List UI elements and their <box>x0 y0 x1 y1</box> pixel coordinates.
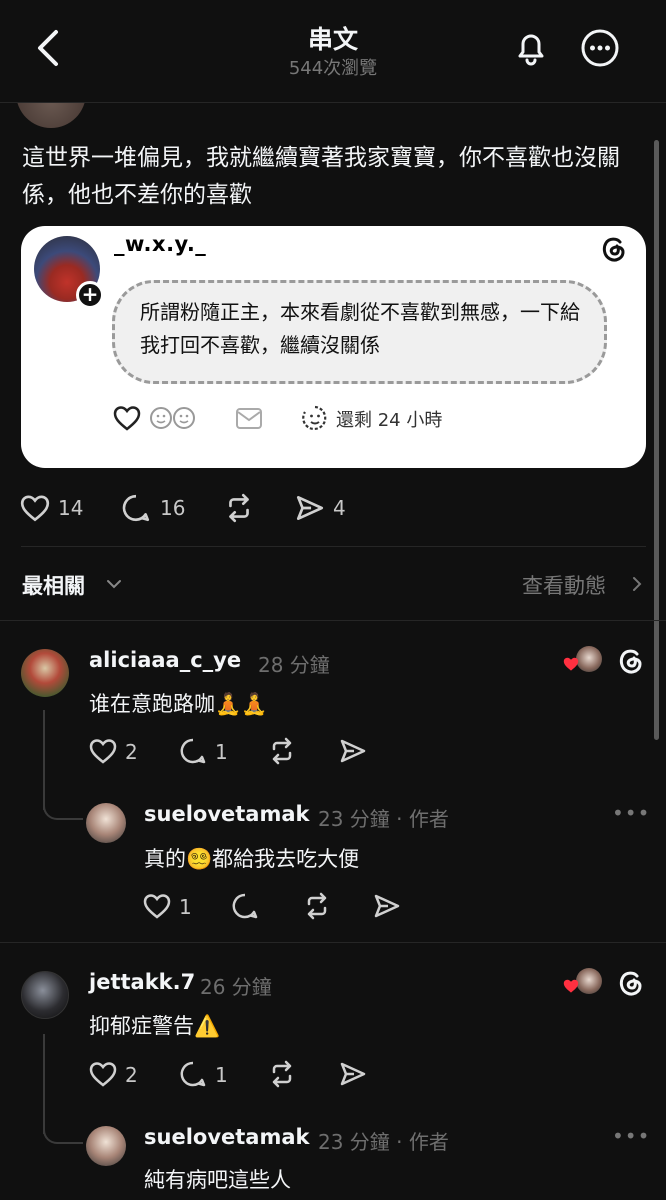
repost-icon[interactable] <box>302 891 332 921</box>
heart-icon[interactable] <box>19 492 51 524</box>
embed-text: 所謂粉隨正主，本來看劇從不喜歡到無感，一下給我打回不喜歡，繼續沒關係 <box>140 300 580 357</box>
thread-connector <box>43 800 83 820</box>
more-dots-icon[interactable]: ••• <box>612 1124 650 1148</box>
reply-icon[interactable] <box>120 492 152 524</box>
threads-logo-icon <box>614 967 646 999</box>
reply-text: 純有病吧這些人 <box>144 1168 291 1192</box>
repost-icon[interactable] <box>223 492 255 524</box>
red-heart-icon <box>562 977 580 995</box>
reply-count: 1 <box>215 1063 228 1087</box>
comment-text: 谁在意跑路咖🧘🧘 <box>89 692 268 716</box>
comment-time: 26 分鐘 <box>200 975 272 999</box>
heart-icon[interactable] <box>88 736 118 766</box>
time-remaining: 還剩 24 小時 <box>336 410 443 431</box>
comment-avatar[interactable] <box>21 971 69 1019</box>
thread-line <box>43 710 45 810</box>
comment-username[interactable]: jettakk.7 <box>89 970 195 994</box>
embed-username[interactable]: _w.x.y._ <box>114 232 206 256</box>
liked-by-author-badge <box>562 646 602 676</box>
like-count: 2 <box>125 740 138 764</box>
thread-connector <box>43 1124 83 1144</box>
heart-icon[interactable] <box>112 403 142 433</box>
share-count: 4 <box>333 496 346 520</box>
reply-avatar[interactable] <box>86 1126 126 1166</box>
view-activity-link[interactable]: 查看動態 <box>522 570 606 600</box>
reply-count: 16 <box>160 496 186 520</box>
page-title: 串文 <box>307 25 358 54</box>
like-count: 2 <box>125 1063 138 1087</box>
reply-username[interactable]: suelovetamak <box>144 802 309 826</box>
warning-emoji: ⚠️ <box>194 1014 221 1038</box>
liked-by-author-badge <box>562 968 602 998</box>
reaction-faces-icon[interactable] <box>148 403 198 433</box>
share-icon[interactable] <box>338 736 368 766</box>
like-count: 1 <box>179 895 192 919</box>
comment-username[interactable]: aliciaaa_c_ye <box>89 648 241 672</box>
share-icon[interactable] <box>372 891 402 921</box>
follow-plus-icon[interactable]: + <box>76 281 104 309</box>
divider <box>0 942 666 943</box>
sort-dropdown[interactable]: 最相關 <box>22 570 85 600</box>
post-body: 這世界一堆偏見，我就繼續寶著我家寶寶，你不喜歡也沒關係，他也不差你的喜歡 <box>22 145 620 208</box>
like-count: 14 <box>58 496 84 520</box>
reply-text: 真的😵‍💫都給我去吃大便 <box>144 847 360 871</box>
comment-avatar[interactable] <box>21 649 69 697</box>
divider <box>0 620 666 621</box>
reply-count: 1 <box>215 740 228 764</box>
top-bar: 串文 544次瀏覽 <box>0 0 666 103</box>
meditation-emoji: 🧘🧘 <box>215 692 268 716</box>
comment-text: 抑郁症警告⚠️ <box>89 1014 221 1038</box>
chevron-right-icon[interactable] <box>630 574 644 594</box>
bell-icon[interactable] <box>510 27 552 69</box>
mail-icon[interactable] <box>234 405 264 433</box>
reply-icon[interactable] <box>230 891 260 921</box>
repost-icon[interactable] <box>267 1059 297 1089</box>
thread-line <box>43 1034 45 1134</box>
reply-meta: 23 分鐘 · 作者 <box>318 807 449 831</box>
author-badge: 作者 <box>408 1130 449 1154</box>
timer-face-icon <box>300 403 330 433</box>
threads-logo-icon <box>614 645 646 677</box>
reply-username[interactable]: suelovetamak <box>144 1125 309 1149</box>
more-options-icon[interactable] <box>579 27 621 69</box>
repost-icon[interactable] <box>267 736 297 766</box>
heart-icon[interactable] <box>142 891 172 921</box>
view-count: 544次瀏覽 <box>288 58 378 79</box>
comment-time: 28 分鐘 <box>258 653 330 677</box>
reply-avatar[interactable] <box>86 803 126 843</box>
reply-icon[interactable] <box>178 736 208 766</box>
author-badge: 作者 <box>408 807 449 831</box>
reply-icon[interactable] <box>178 1059 208 1089</box>
scrollbar[interactable] <box>654 140 659 740</box>
divider <box>21 546 646 547</box>
chevron-down-icon[interactable] <box>104 574 124 594</box>
share-icon[interactable] <box>294 492 326 524</box>
red-heart-icon <box>562 655 580 673</box>
dizzy-face-emoji: 😵‍💫 <box>186 847 213 871</box>
threads-logo-icon <box>597 233 629 265</box>
share-icon[interactable] <box>338 1059 368 1089</box>
heart-icon[interactable] <box>88 1059 118 1089</box>
reply-meta: 23 分鐘 · 作者 <box>318 1130 449 1154</box>
more-dots-icon[interactable]: ••• <box>612 801 650 825</box>
